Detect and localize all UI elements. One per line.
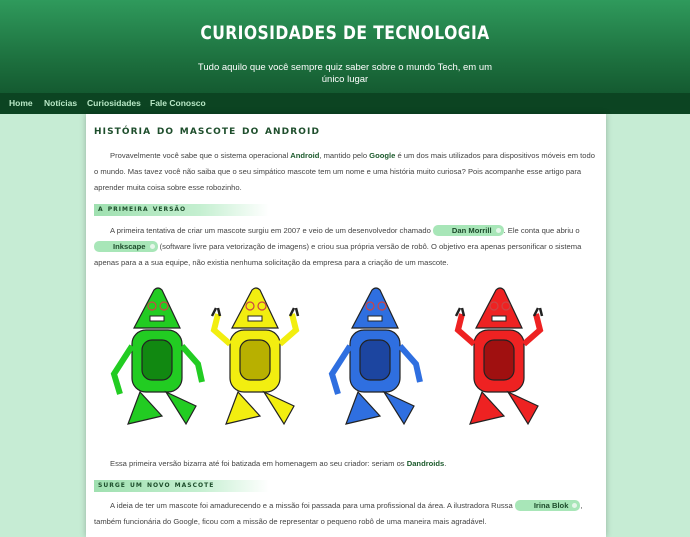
section2-text-1: A ideia de ter um mascote foi amadurecen…	[110, 501, 515, 510]
caption-text-1: Essa primeira versão bizarra até foi bat…	[110, 459, 407, 468]
page-title: História do Mascote do Android	[94, 123, 321, 138]
caption-text-2: .	[444, 459, 447, 468]
section1-paragraph: A primeira tentativa de criar um mascote…	[94, 223, 600, 271]
section-heading-novo-mascote: Surge um Novo Mascote	[98, 480, 215, 490]
section1-text-2: . Ele conta que abriu o	[503, 226, 580, 235]
intro-paragraph: Provavelmente você sabe que o sistema op…	[94, 148, 600, 196]
site-title: CURIOSIDADES DE TECNOLOGIA	[200, 22, 490, 44]
tag-inkscape[interactable]: Inkscape	[94, 241, 158, 252]
nav-curiosidades[interactable]: Curiosidades	[87, 98, 141, 108]
robot-figure	[328, 287, 423, 426]
link-dandroids[interactable]: Dandroids	[407, 459, 445, 468]
section-heading-bar: A Primeira Versão	[94, 204, 269, 216]
robot-figure	[110, 287, 205, 426]
robot-figure	[454, 287, 544, 426]
link-android[interactable]: Android	[290, 151, 319, 160]
nav-noticias[interactable]: Notícias	[44, 98, 77, 108]
nav-home[interactable]: Home	[9, 98, 33, 108]
section1-text-1: A primeira tentativa de criar um mascote…	[110, 226, 433, 235]
tag-irina-blok[interactable]: Irina Blok	[514, 500, 581, 511]
main-nav: Home Notícias Curiosidades Fale Conosco	[0, 93, 690, 114]
link-google[interactable]: Google	[369, 151, 395, 160]
robots-caption: Essa primeira versão bizarra até foi bat…	[94, 456, 600, 472]
robot-figure	[210, 287, 300, 426]
intro-text-1: Provavelmente você sabe que o sistema op…	[110, 151, 291, 160]
section-heading-primeira-versao: A Primeira Versão	[98, 204, 187, 214]
article-panel: História do Mascote do Android Provavelm…	[86, 114, 606, 537]
section2-paragraph: A ideia de ter um mascote foi amadurecen…	[94, 498, 600, 530]
dandroid-robots-image	[110, 287, 544, 426]
intro-text-2: , mantido pelo	[319, 151, 370, 160]
tag-dan-morrill[interactable]: Dan Morrill	[432, 225, 504, 236]
site-header: CURIOSIDADES DE TECNOLOGIA Tudo aquilo q…	[0, 0, 690, 114]
site-subtitle: Tudo aquilo que você sempre quiz saber s…	[197, 62, 493, 85]
section1-text-3: (software livre para vetorização de imag…	[94, 242, 582, 267]
section-heading-bar: Surge um Novo Mascote	[94, 480, 269, 492]
nav-fale-conosco[interactable]: Fale Conosco	[150, 98, 206, 108]
